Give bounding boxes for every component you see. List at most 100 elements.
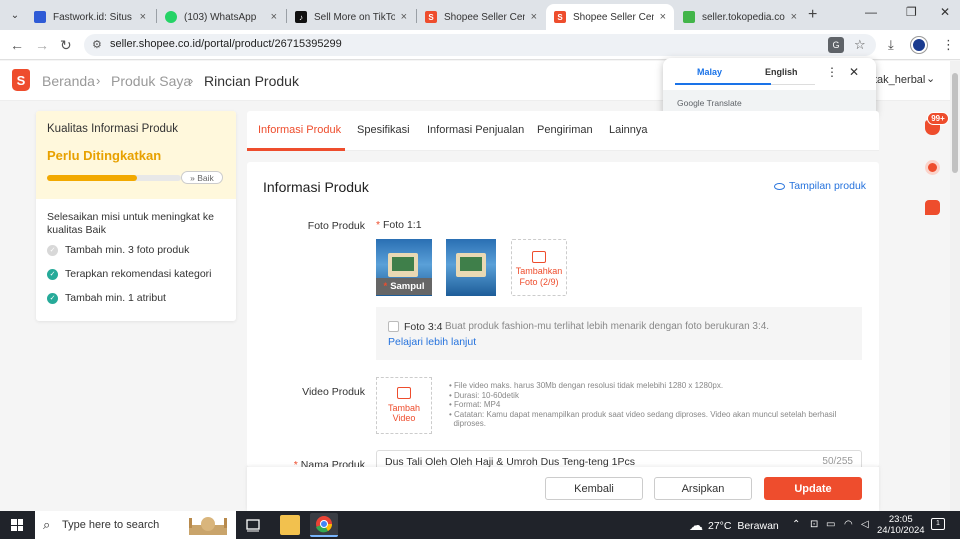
chat-bubble-icon[interactable]	[925, 200, 940, 215]
scroll-thumb[interactable]	[952, 73, 958, 173]
photo-ratio-label: * Foto 1:1	[376, 219, 422, 231]
translate-icon[interactable]: G	[828, 37, 844, 53]
battery-icon[interactable]: ▭	[826, 519, 835, 530]
taskbar-clock[interactable]: 23:05 24/10/2024	[877, 514, 925, 536]
notification-center-icon[interactable]: 1	[931, 518, 945, 530]
wifi-icon[interactable]: ◠	[844, 519, 853, 530]
tab-lainnya[interactable]: Lainnya	[609, 124, 648, 136]
quality-title: Kualitas Informasi Produk	[47, 123, 179, 135]
back-icon[interactable]: ←	[10, 37, 24, 53]
active-tab-indicator	[247, 148, 345, 151]
tab-informasi-produk[interactable]: Informasi Produk	[258, 124, 341, 136]
close-window-icon[interactable]: ✕	[940, 5, 950, 19]
chevron-down-icon[interactable]: ⌄	[926, 72, 935, 85]
browser-tab[interactable]: ♪ Sell More on TikTok S ×	[287, 4, 415, 30]
windows-start-icon[interactable]	[11, 519, 23, 531]
lang-malay-tab[interactable]: Malay	[697, 67, 722, 77]
shop-name[interactable]: tak_herbal	[874, 74, 925, 86]
learn-more-link[interactable]: Pelajari lebih lanjut	[388, 336, 476, 348]
tab-pengiriman[interactable]: Pengiriman	[537, 124, 593, 136]
notification-badge: 99+	[927, 112, 949, 125]
browser-tab[interactable]: S Shopee Seller Centre ×	[417, 4, 545, 30]
video-notes: • File video maks. harus 30Mb dengan res…	[449, 381, 837, 429]
windows-taskbar: ⌕ Type here to search ☁ 27°C Berawan ⌃ ⊡…	[0, 511, 960, 539]
task-view-icon[interactable]	[244, 516, 262, 534]
tab-title: Fastwork.id: Situs Free	[53, 11, 134, 23]
close-tab-icon[interactable]: ×	[401, 11, 407, 23]
profile-avatar[interactable]	[911, 37, 927, 53]
chat-support-icon[interactable]	[925, 160, 940, 175]
close-tab-icon[interactable]: ×	[791, 11, 797, 23]
archive-button[interactable]: Arsipkan	[654, 477, 752, 500]
close-tab-icon[interactable]: ×	[140, 11, 146, 23]
image-add-icon	[532, 251, 546, 263]
mission-title: Selesaikan misi untuk meningkat ke kuali…	[47, 211, 214, 236]
add-photo-button[interactable]: Tambahkan Foto (2/9)	[511, 239, 567, 296]
browser-tab[interactable]: (103) WhatsApp ×	[157, 4, 285, 30]
chevron-up-icon[interactable]: ⌃	[792, 519, 800, 530]
ratio34-checkbox[interactable]	[388, 321, 399, 332]
browser-tab-active[interactable]: S Shopee Seller Centre ×	[546, 4, 674, 30]
close-icon[interactable]: ✕	[849, 65, 859, 79]
quality-status: Perlu Ditingkatkan	[47, 148, 162, 163]
photo-label: Foto Produk	[307, 220, 365, 232]
mission-item: ✓ Tambah min. 3 foto produk	[47, 244, 189, 256]
cloud-icon: ☁	[689, 517, 703, 533]
reload-icon[interactable]: ↻	[60, 37, 72, 54]
url-text[interactable]: seller.shopee.co.id/portal/product/26715…	[110, 38, 342, 50]
search-icon: ⌕	[43, 517, 51, 532]
tab-search-chevron-icon[interactable]: ⌄	[6, 6, 24, 24]
chrome-taskbar-icon[interactable]	[310, 513, 338, 537]
add-video-button[interactable]: Tambah Video	[376, 377, 432, 434]
product-photo[interactable]	[446, 239, 496, 296]
tab-spesifikasi[interactable]: Spesifikasi	[357, 124, 410, 136]
cover-badge: * Sampul	[376, 278, 432, 295]
video-add-icon	[397, 387, 411, 399]
tokopedia-icon	[683, 11, 695, 23]
restore-icon[interactable]: ❐	[906, 5, 917, 19]
breadcrumb-products[interactable]: Produk Saya	[111, 73, 191, 89]
product-name-input[interactable]: Dus Tali Oleh Oleh Haji & Umroh Dus Teng…	[376, 450, 862, 468]
tab-title: (103) WhatsApp	[184, 11, 257, 23]
close-tab-icon[interactable]: ×	[660, 11, 666, 23]
chevron-right-icon: ›	[189, 73, 194, 88]
meet-icon[interactable]: ⊡	[810, 519, 818, 530]
tiktok-icon: ♪	[295, 11, 307, 23]
fastwork-icon	[34, 11, 46, 23]
breadcrumb-home[interactable]: Beranda	[42, 73, 95, 89]
eye-icon	[774, 182, 785, 190]
chevron-right-icon: ›	[96, 73, 101, 88]
download-icon[interactable]: ⤓	[888, 37, 894, 53]
browser-tab[interactable]: Fastwork.id: Situs Free ×	[26, 4, 154, 30]
lang-english-tab[interactable]: English	[765, 67, 798, 77]
page-scrollbar[interactable]	[950, 61, 960, 511]
back-button[interactable]: Kembali	[545, 477, 643, 500]
char-counter: 50/255	[822, 456, 853, 467]
translate-options-icon[interactable]: ⋮	[826, 65, 838, 79]
product-tabbar: Informasi Produk Spesifikasi Informasi P…	[247, 111, 879, 151]
new-tab-icon[interactable]: +	[808, 6, 817, 24]
file-explorer-icon[interactable]	[280, 515, 300, 535]
weather-widget[interactable]: ☁ 27°C Berawan	[689, 517, 779, 534]
bookmark-star-icon[interactable]: ☆	[854, 37, 866, 53]
site-info-icon[interactable]: ⚙	[92, 38, 102, 51]
shopee-icon: S	[554, 11, 566, 23]
menu-kebab-icon[interactable]: ⋮	[942, 37, 955, 53]
preview-link[interactable]: Tampilan produk	[774, 180, 866, 192]
tab-informasi-penjualan[interactable]: Informasi Penjualan	[427, 124, 524, 136]
browser-tab[interactable]: seller.tokopedia.com ×	[675, 4, 805, 30]
shopee-logo-icon[interactable]: S	[12, 69, 30, 91]
close-tab-icon[interactable]: ×	[271, 11, 277, 23]
product-info-card: Informasi Produk Tampilan produk Foto Pr…	[247, 162, 879, 471]
update-button[interactable]: Update	[764, 477, 862, 500]
translate-popup: Malay English ⋮ ✕ Google Translate	[663, 58, 876, 118]
tab-title: Shopee Seller Centre	[444, 11, 525, 23]
address-bar[interactable]: ⚙ seller.shopee.co.id/portal/product/267…	[84, 34, 876, 56]
forward-icon[interactable]: →	[35, 37, 49, 53]
close-tab-icon[interactable]: ×	[531, 11, 537, 23]
minimize-icon[interactable]: —	[865, 5, 877, 19]
taskbar-search[interactable]: ⌕ Type here to search	[35, 511, 236, 539]
ratio34-hint: Buat produk fashion-mu terlihat lebih me…	[445, 321, 770, 332]
mosque-illustration-icon	[189, 517, 227, 535]
volume-icon[interactable]: ◁	[861, 519, 869, 530]
